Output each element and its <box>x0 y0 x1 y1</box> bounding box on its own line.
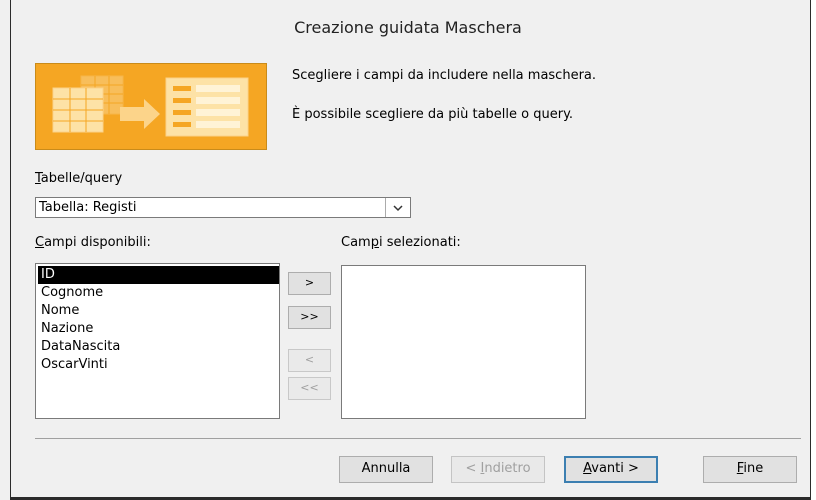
chevron-down-icon[interactable] <box>385 198 410 217</box>
available-field-item[interactable]: Nazione <box>38 320 279 338</box>
add-all-fields-button[interactable]: >> <box>288 306 331 329</box>
form-wizard-graphic <box>36 64 266 149</box>
back-button[interactable]: < Indietro <box>451 456 545 483</box>
instruction-multiple-sources: È possibile scegliere da più tabelle o q… <box>292 107 574 122</box>
table-query-value: Tabella: Registi <box>39 200 137 215</box>
finish-button[interactable]: Fine <box>703 456 797 483</box>
cancel-button[interactable]: Annulla <box>339 456 433 483</box>
form-icon <box>165 77 249 137</box>
available-field-item[interactable]: DataNascita <box>38 338 279 356</box>
instruction-choose-fields: Scegliere i campi da includere nella mas… <box>292 68 597 83</box>
footer-divider <box>35 438 801 439</box>
wizard-illustration <box>35 63 267 150</box>
remove-all-fields-button[interactable]: << <box>288 377 331 400</box>
form-wizard-dialog: Creazione guidata Maschera Scegliere i c… <box>0 0 816 500</box>
table-query-combobox[interactable]: Tabella: Registi <box>35 197 411 218</box>
available-field-item[interactable]: Cognome <box>38 284 279 302</box>
title-bar[interactable]: Creazione guidata Maschera <box>0 0 816 53</box>
available-field-item[interactable]: OscarVinti <box>38 356 279 374</box>
available-fields-listbox[interactable]: ID Cognome Nome Nazione DataNascita OscarVint… <box>35 263 280 419</box>
selected-fields-listbox[interactable] <box>341 265 586 419</box>
window-frame-left <box>10 0 11 500</box>
available-field-item[interactable]: Nome <box>38 302 279 320</box>
next-button[interactable]: Avanti > <box>564 456 658 483</box>
window-title: Creazione guidata Maschera <box>294 18 522 37</box>
add-field-button[interactable]: > <box>288 272 331 295</box>
available-field-item[interactable]: ID <box>38 266 279 284</box>
available-fields-label: Campi disponibili: <box>35 235 151 250</box>
remove-field-button[interactable]: < <box>288 349 331 372</box>
desktop-edge <box>811 0 816 500</box>
table-icon <box>52 87 104 133</box>
table-query-label: Tabelle/query <box>35 171 123 186</box>
selected-fields-label: Campi selezionati: <box>341 235 461 250</box>
